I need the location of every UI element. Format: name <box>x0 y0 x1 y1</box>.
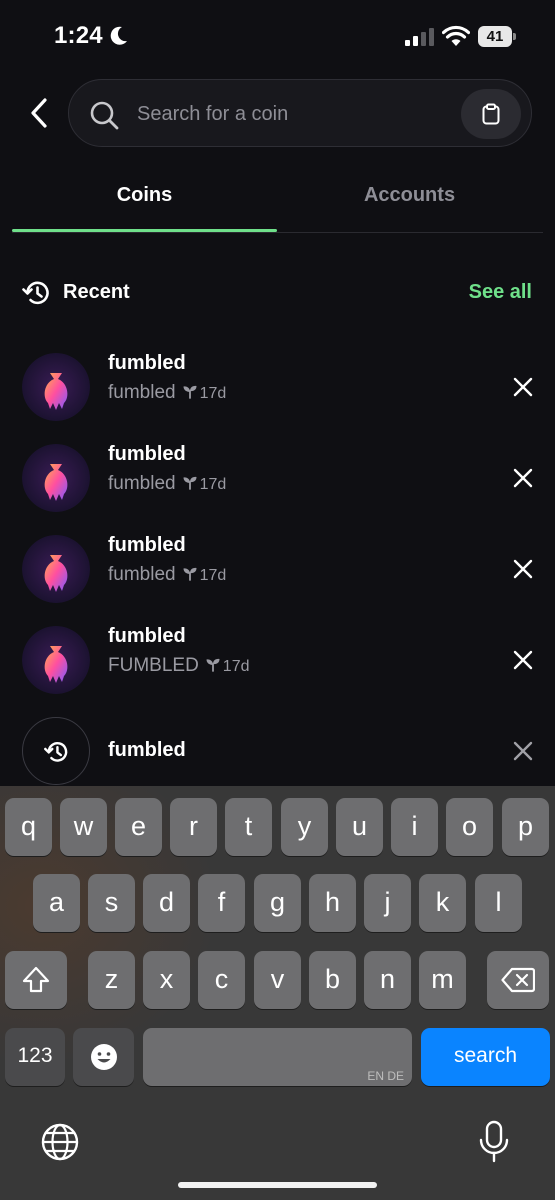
history-avatar <box>22 717 90 785</box>
coin-ticker: fumbled <box>108 564 176 585</box>
key-a[interactable]: a <box>33 874 80 932</box>
tab-coins[interactable]: Coins <box>12 160 277 232</box>
sprout-icon <box>183 476 197 490</box>
back-button[interactable] <box>22 95 58 131</box>
signal-icon <box>405 28 434 46</box>
see-all-link[interactable]: See all <box>469 281 532 304</box>
moon-icon <box>110 26 127 45</box>
key-b[interactable]: b <box>309 951 356 1009</box>
key-u[interactable]: u <box>336 798 383 856</box>
key-t[interactable]: t <box>225 798 272 856</box>
battery-level: 41 <box>486 28 504 45</box>
key-m[interactable]: m <box>419 951 466 1009</box>
clipboard-icon <box>482 103 500 125</box>
keyboard: q w e r t y u i o p a s d f g h j k l z … <box>0 786 555 1200</box>
coin-name: fumbled <box>108 534 186 556</box>
key-j[interactable]: j <box>364 874 411 932</box>
tab-selected-indicator <box>12 229 277 232</box>
tab-accounts[interactable]: Accounts <box>277 160 542 232</box>
coin-age: 17d <box>199 385 227 402</box>
emoji-icon <box>91 1044 117 1070</box>
coin-logo <box>22 353 90 421</box>
sprout-icon <box>183 567 197 581</box>
paste-button[interactable] <box>461 89 521 139</box>
key-i[interactable]: i <box>391 798 438 856</box>
coin-ticker-line: fumbled 17d <box>108 382 226 404</box>
key-x[interactable]: x <box>143 951 190 1009</box>
backspace-icon <box>501 967 535 993</box>
key-f[interactable]: f <box>198 874 245 932</box>
coin-ticker: FUMBLED <box>108 655 199 676</box>
tab-bar: Coins Accounts <box>12 160 543 233</box>
coin-ticker: fumbled <box>108 473 176 494</box>
search-bar[interactable] <box>68 79 532 147</box>
search-key[interactable]: search <box>421 1028 550 1086</box>
coin-name: fumbled <box>108 443 186 465</box>
key-s[interactable]: s <box>88 874 135 932</box>
remove-search-button[interactable] <box>508 736 538 766</box>
key-q[interactable]: q <box>5 798 52 856</box>
screen: 1:24 41 Search for a coin Coins Accounts… <box>0 0 555 1200</box>
shift-icon <box>22 966 50 993</box>
emoji-key[interactable] <box>73 1028 134 1086</box>
remove-recent-button[interactable] <box>508 463 538 493</box>
recent-search-item[interactable]: fumbled <box>22 717 540 797</box>
home-indicator <box>178 1182 377 1188</box>
history-icon <box>44 742 68 762</box>
remove-recent-button[interactable] <box>508 372 538 402</box>
wifi-icon <box>442 25 470 46</box>
shift-key[interactable] <box>5 951 67 1009</box>
key-p[interactable]: p <box>502 798 549 856</box>
coin-name: fumbled <box>108 625 186 647</box>
sprout-icon <box>183 385 197 399</box>
key-l[interactable]: l <box>475 874 522 932</box>
key-y[interactable]: y <box>281 798 328 856</box>
key-d[interactable]: d <box>143 874 190 932</box>
history-icon <box>22 281 49 305</box>
backspace-key[interactable] <box>487 951 549 1009</box>
numbers-key[interactable]: 123 <box>5 1028 65 1086</box>
key-k[interactable]: k <box>419 874 466 932</box>
key-v[interactable]: v <box>254 951 301 1009</box>
battery-indicator: 41 <box>478 26 516 47</box>
coin-age: 17d <box>222 658 250 675</box>
coin-logo <box>22 626 90 694</box>
key-n[interactable]: n <box>364 951 411 1009</box>
status-bar: 1:24 41 <box>0 0 555 70</box>
recent-search-query: fumbled <box>108 739 186 761</box>
recent-coin-item[interactable]: fumbled fumbled 17d <box>22 350 540 430</box>
coin-ticker-line: fumbled 17d <box>108 473 226 495</box>
keyboard-language-label: EN DE <box>367 1069 404 1083</box>
space-key[interactable]: EN DE <box>143 1028 412 1086</box>
coin-logo <box>22 535 90 603</box>
coin-age: 17d <box>199 476 227 493</box>
recent-coin-item[interactable]: fumbled fumbled 17d <box>22 441 540 521</box>
recent-coin-item[interactable]: fumbled fumbled 17d <box>22 532 540 612</box>
key-h[interactable]: h <box>309 874 356 932</box>
key-w[interactable]: w <box>60 798 107 856</box>
globe-icon[interactable] <box>40 1122 80 1162</box>
remove-recent-button[interactable] <box>508 645 538 675</box>
recent-title: Recent <box>63 281 130 303</box>
search-input[interactable] <box>137 98 437 130</box>
coin-ticker-line: fumbled 17d <box>108 564 226 586</box>
key-z[interactable]: z <box>88 951 135 1009</box>
remove-recent-button[interactable] <box>508 554 538 584</box>
coin-ticker-line: FUMBLED 17d <box>108 655 250 677</box>
key-o[interactable]: o <box>446 798 493 856</box>
status-time: 1:24 <box>54 22 103 49</box>
coin-logo <box>22 444 90 512</box>
recent-coin-item[interactable]: fumbled FUMBLED 17d <box>22 623 540 703</box>
recent-header: Recent See all <box>22 278 532 310</box>
search-icon <box>90 101 119 130</box>
coin-age: 17d <box>199 567 227 584</box>
microphone-icon[interactable] <box>478 1120 510 1164</box>
key-c[interactable]: c <box>198 951 245 1009</box>
key-g[interactable]: g <box>254 874 301 932</box>
sprout-icon <box>206 658 220 672</box>
coin-name: fumbled <box>108 352 186 374</box>
key-r[interactable]: r <box>170 798 217 856</box>
key-e[interactable]: e <box>115 798 162 856</box>
coin-ticker: fumbled <box>108 382 176 403</box>
